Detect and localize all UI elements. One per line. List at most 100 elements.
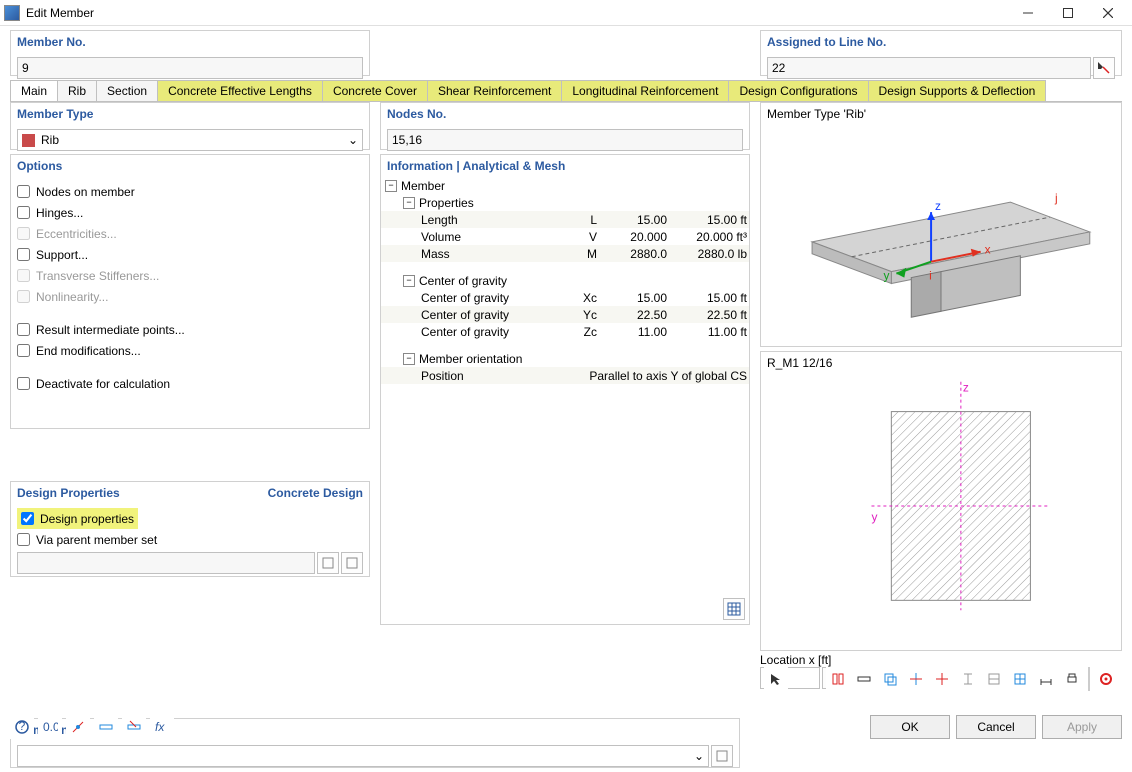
- tb-axes2-icon[interactable]: [930, 667, 954, 691]
- comment-button[interactable]: [711, 745, 733, 767]
- collapse-icon[interactable]: −: [403, 353, 415, 365]
- tab-concrete-effective-lengths[interactable]: Concrete Effective Lengths: [157, 80, 323, 101]
- apply-button[interactable]: Apply: [1042, 715, 1122, 739]
- titlebar: Edit Member: [0, 0, 1132, 26]
- row-position: PositionParallel to axis Y of global CS: [381, 367, 749, 384]
- app-icon: [4, 5, 20, 21]
- svg-text:j: j: [1054, 191, 1058, 205]
- row-volume: VolumeV20.00020.000 ft³: [381, 228, 749, 245]
- chk-via-parent[interactable]: Via parent member set: [17, 529, 363, 550]
- tab-longitudinal-reinforcement[interactable]: Longitudinal Reinforcement: [561, 80, 729, 101]
- chk-nonlinearity: Nonlinearity...: [17, 286, 363, 307]
- tb-print-icon[interactable]: [1060, 667, 1084, 691]
- assigned-input[interactable]: [767, 57, 1091, 79]
- svg-text:fx: fx: [155, 720, 165, 734]
- units-icon[interactable]: 0.00: [38, 715, 62, 739]
- tree-properties[interactable]: −Properties: [381, 194, 749, 211]
- tab-design-supports-deflection[interactable]: Design Supports & Deflection: [868, 80, 1047, 101]
- comment-input[interactable]: ⌄: [17, 745, 709, 767]
- options-label: Options: [11, 155, 369, 177]
- cancel-button[interactable]: Cancel: [956, 715, 1036, 739]
- preview-section[interactable]: z y: [761, 352, 1121, 650]
- row-cog-y: Center of gravityYc22.5022.50 ft: [381, 306, 749, 323]
- chk-result-intermediate[interactable]: Result intermediate points...: [17, 319, 363, 340]
- chk-hinges[interactable]: Hinges...: [17, 202, 363, 223]
- tab-rib[interactable]: Rib: [57, 80, 97, 101]
- chk-support[interactable]: Support...: [17, 244, 363, 265]
- row-mass: MassM2880.02880.0 lb: [381, 245, 749, 262]
- svg-text:i: i: [929, 269, 932, 283]
- assigned-label: Assigned to Line No.: [761, 31, 1121, 53]
- tb-axes1-icon[interactable]: [904, 667, 928, 691]
- preview-section-label: R_M1 12/16: [767, 356, 832, 370]
- tool5-icon[interactable]: [122, 715, 146, 739]
- tool4-icon[interactable]: [94, 715, 118, 739]
- maximize-button[interactable]: [1048, 1, 1088, 25]
- member-no-label: Member No.: [11, 31, 369, 53]
- tab-concrete-cover[interactable]: Concrete Cover: [322, 80, 428, 101]
- member-type-value: Rib: [41, 133, 59, 147]
- tab-section[interactable]: Section: [96, 80, 158, 101]
- ok-button[interactable]: OK: [870, 715, 950, 739]
- design-props-input[interactable]: [17, 552, 315, 574]
- tb-dim-icon[interactable]: [1034, 667, 1058, 691]
- preview-type-label: Member Type 'Rib': [767, 107, 866, 121]
- row-cog-z: Center of gravityZc11.0011.00 ft: [381, 323, 749, 340]
- minimize-button[interactable]: [1008, 1, 1048, 25]
- info-label: Information | Analytical & Mesh: [381, 155, 749, 177]
- nodes-no-input[interactable]: [387, 129, 743, 151]
- row-length: LengthL15.0015.00 ft: [381, 211, 749, 228]
- svg-text:0.00: 0.00: [43, 720, 58, 734]
- pick-line-button[interactable]: [1093, 57, 1115, 79]
- member-type-select[interactable]: Rib ⌄: [17, 129, 363, 151]
- nodes-no-label: Nodes No.: [381, 103, 749, 125]
- tb-grid2-icon[interactable]: [1008, 667, 1032, 691]
- tree-orientation[interactable]: −Member orientation: [381, 350, 749, 367]
- preview-3d[interactable]: z x y j i: [761, 103, 1121, 346]
- tb-grid1-icon[interactable]: [982, 667, 1006, 691]
- tool3-icon[interactable]: [66, 715, 90, 739]
- tree-member[interactable]: −Member: [381, 177, 749, 194]
- chk-nodes-on-member[interactable]: Nodes on member: [17, 181, 363, 202]
- design-props-btn2[interactable]: [341, 552, 363, 574]
- tb-cursor-icon[interactable]: [764, 667, 788, 691]
- svg-text:y: y: [871, 510, 877, 524]
- svg-text:z: z: [963, 381, 969, 395]
- fx-icon[interactable]: fx: [150, 715, 174, 739]
- design-properties-label: Design Properties Concrete Design: [11, 482, 369, 504]
- tb-i-icon[interactable]: [956, 667, 980, 691]
- collapse-icon[interactable]: −: [385, 180, 397, 192]
- chk-transverse-stiffeners: Transverse Stiffeners...: [17, 265, 363, 286]
- svg-text:?: ?: [19, 719, 26, 733]
- member-no-input[interactable]: [17, 57, 363, 79]
- window-title: Edit Member: [26, 6, 1008, 20]
- info-table-button[interactable]: [723, 598, 745, 620]
- tab-shear-reinforcement[interactable]: Shear Reinforcement: [427, 80, 562, 101]
- collapse-icon[interactable]: −: [403, 275, 415, 287]
- tree-cog[interactable]: −Center of gravity: [381, 272, 749, 289]
- row-cog-x: Center of gravityXc15.0015.00 ft: [381, 289, 749, 306]
- close-button[interactable]: [1088, 1, 1128, 25]
- tb-member-icon[interactable]: [852, 667, 876, 691]
- concrete-design-label: Concrete Design: [268, 486, 363, 500]
- bottom-bar: ? 0.00 fx OK Cancel Apply: [10, 712, 1122, 742]
- tab-main[interactable]: Main: [10, 80, 58, 101]
- svg-text:y: y: [883, 269, 889, 283]
- chevron-down-icon: ⌄: [694, 749, 704, 763]
- member-type-label: Member Type: [11, 103, 369, 125]
- svg-text:z: z: [935, 199, 941, 213]
- tb-copy-icon[interactable]: [878, 667, 902, 691]
- chevron-down-icon: ⌄: [348, 133, 358, 147]
- tb-target-icon[interactable]: [1094, 667, 1118, 691]
- tab-bar: Main Rib Section Concrete Effective Leng…: [10, 80, 1122, 102]
- svg-text:x: x: [985, 243, 991, 257]
- tb-section-icon[interactable]: [826, 667, 850, 691]
- tab-design-configurations[interactable]: Design Configurations: [728, 80, 868, 101]
- chk-deactivate[interactable]: Deactivate for calculation: [17, 373, 363, 394]
- collapse-icon[interactable]: −: [403, 197, 415, 209]
- help-icon[interactable]: ?: [10, 715, 34, 739]
- design-props-btn1[interactable]: [317, 552, 339, 574]
- chk-end-modifications[interactable]: End modifications...: [17, 340, 363, 361]
- member-type-swatch: [22, 134, 35, 147]
- chk-design-properties[interactable]: Design properties: [17, 508, 138, 529]
